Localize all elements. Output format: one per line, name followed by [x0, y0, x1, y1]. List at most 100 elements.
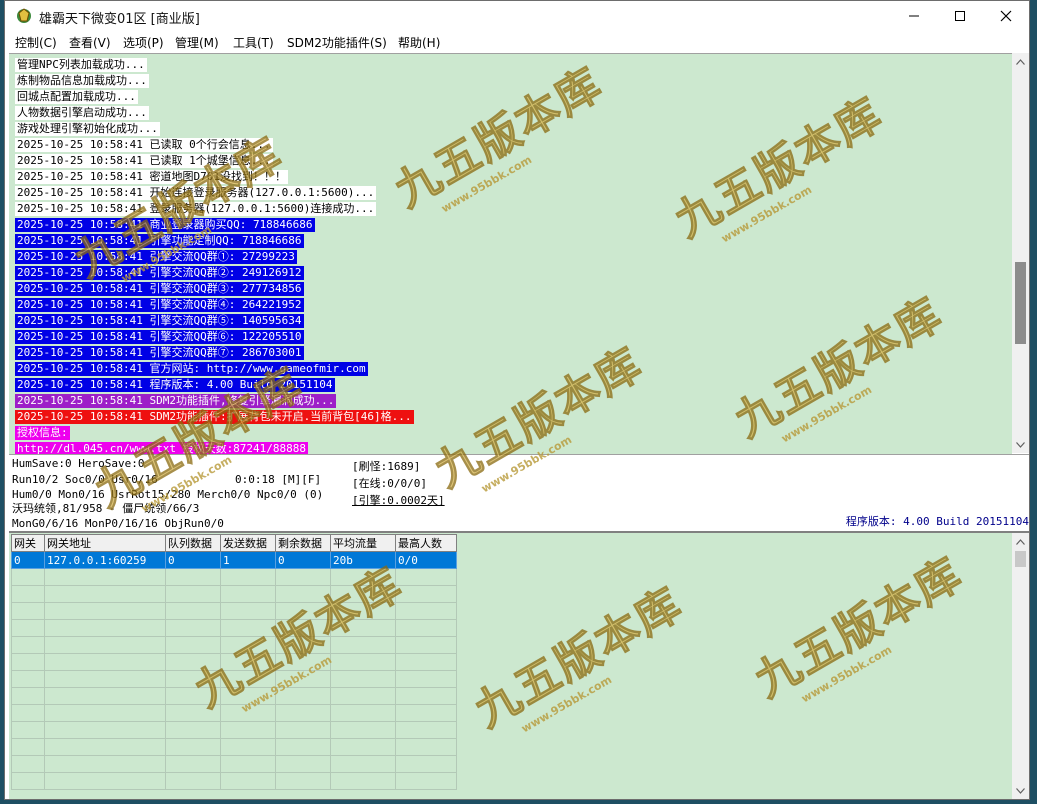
empty-cell — [165, 772, 221, 790]
empty-cell — [275, 585, 331, 603]
table-cell: 20b — [330, 551, 396, 569]
empty-cell — [395, 602, 457, 620]
status-engine[interactable]: [引擎:0.0002天] — [352, 494, 445, 508]
col-queue[interactable]: 队列数据 — [165, 534, 221, 552]
chevron-down-icon — [1016, 441, 1025, 448]
empty-cell — [220, 772, 276, 790]
title-bar[interactable]: 雄霸天下微变01区 [商业版] — [5, 1, 1029, 31]
col-sent[interactable]: 发送数据 — [220, 534, 276, 552]
log-line: 2025-10-25 10:58:41 已读取 1个城堡信息... — [15, 154, 273, 168]
empty-cell — [11, 636, 45, 654]
status-save: HumSave:0 HeroSave:0 — [12, 457, 145, 470]
log-line: 2025-10-25 10:58:41 商业登录器购买QQ: 718846686 — [15, 218, 315, 232]
empty-cell — [330, 721, 396, 739]
empty-cell — [220, 602, 276, 620]
empty-cell — [44, 704, 166, 722]
empty-row — [11, 704, 457, 722]
maximize-button[interactable] — [937, 1, 983, 31]
empty-cell — [220, 687, 276, 705]
table-row[interactable]: 0 127.0.0.1:60259 0 1 0 20b 0/0 — [11, 551, 457, 569]
empty-cell — [395, 585, 457, 603]
table-cell: 0 — [165, 551, 221, 569]
menu-tools[interactable]: 工具(T) — [233, 34, 274, 51]
empty-cell — [44, 738, 166, 756]
empty-row — [11, 602, 457, 620]
empty-row — [11, 670, 457, 688]
empty-cell — [395, 687, 457, 705]
empty-row — [11, 585, 457, 603]
log-line: 2025-10-25 10:58:41 登录服务器(127.0.0.1:5600… — [15, 202, 377, 216]
empty-cell — [11, 704, 45, 722]
empty-cell — [330, 636, 396, 654]
log-line: 2025-10-25 10:58:41 引擎交流QQ群⑤: 140595634 — [15, 314, 304, 328]
chevron-up-icon — [1016, 538, 1025, 545]
menu-manage[interactable]: 管理(M) — [175, 34, 219, 51]
empty-cell — [44, 636, 166, 654]
menu-view[interactable]: 查看(V) — [69, 34, 111, 51]
close-button[interactable] — [983, 1, 1029, 31]
empty-cell — [395, 704, 457, 722]
grid-scroll-thumb[interactable] — [1015, 551, 1026, 567]
empty-row — [11, 738, 457, 756]
col-address[interactable]: 网关地址 — [44, 534, 166, 552]
empty-cell — [11, 738, 45, 756]
scroll-down-arrow[interactable] — [1012, 436, 1029, 453]
col-avg-traffic[interactable]: 平均流量 — [330, 534, 396, 552]
menu-options[interactable]: 选项(P) — [123, 34, 164, 51]
status-hum: Hum0/0 Mon0/16 UsrRot15/280 Merch0/0 Npc… — [12, 488, 324, 501]
empty-cell — [220, 755, 276, 773]
grid-scroll-down-arrow[interactable] — [1012, 782, 1029, 799]
log-line: 炼制物品信息加载成功... — [15, 74, 149, 88]
log-line: 2025-10-25 10:58:41 已读取 0个行会信息... — [15, 138, 273, 152]
empty-cell — [275, 755, 331, 773]
empty-cell — [330, 687, 396, 705]
empty-row — [11, 755, 457, 773]
scroll-up-arrow[interactable] — [1012, 53, 1029, 70]
empty-cell — [11, 619, 45, 637]
empty-row — [11, 653, 457, 671]
empty-cell — [395, 755, 457, 773]
log-line: 2025-10-25 10:58:41 引擎功能定制QQ: 718846686 — [15, 234, 304, 248]
log-panel[interactable]: 管理NPC列表加载成功... 炼制物品信息加载成功... 回城点配置加载成功... 人… — [9, 53, 1012, 454]
log-scrollbar[interactable] — [1012, 53, 1029, 453]
empty-cell — [11, 585, 45, 603]
empty-cell — [275, 687, 331, 705]
table-cell: 127.0.0.1:60259 — [44, 551, 166, 569]
empty-cell — [395, 670, 457, 688]
menu-control[interactable]: 控制(C) — [15, 34, 57, 51]
grid-scroll-up-arrow[interactable] — [1012, 533, 1029, 550]
empty-cell — [11, 721, 45, 739]
col-remaining[interactable]: 剩余数据 — [275, 534, 331, 552]
menu-sdm2-plugin[interactable]: SDM2功能插件(S) — [287, 34, 387, 51]
gateway-grid[interactable]: 网关 网关地址 队列数据 发送数据 剩余数据 平均流量 最高人数 0 127.0.… — [9, 531, 1029, 799]
menu-help[interactable]: 帮助(H) — [398, 34, 440, 51]
log-line: 回城点配置加载成功... — [15, 90, 138, 104]
empty-cell — [44, 772, 166, 790]
col-max-users[interactable]: 最高人数 — [395, 534, 457, 552]
empty-cell — [275, 670, 331, 688]
empty-cell — [11, 602, 45, 620]
log-line: 2025-10-25 10:58:41 程序版本: 4.00 Build 201… — [15, 378, 335, 392]
window-title: 雄霸天下微变01区 [商业版] — [39, 12, 200, 27]
grid-scrollbar[interactable] — [1012, 533, 1029, 799]
col-gateway[interactable]: 网关 — [11, 534, 45, 552]
status-boss: 沃玛统领,81/958 - 僵尸统领/66/3 — [12, 502, 200, 515]
empty-cell — [330, 704, 396, 722]
log-line: 2025-10-25 10:58:41 SDM2功能插件:扩展背包未开启.当前背… — [15, 410, 414, 424]
empty-cell — [395, 721, 457, 739]
empty-cell — [11, 772, 45, 790]
log-line: 2025-10-25 10:58:41 引擎交流QQ群⑥: 122205510 — [15, 330, 304, 344]
log-line: 人物数据引擎启动成功... — [15, 106, 149, 120]
log-scroll-thumb[interactable] — [1015, 262, 1026, 344]
empty-cell — [165, 653, 221, 671]
empty-row — [11, 636, 457, 654]
empty-cell — [220, 738, 276, 756]
status-run: Run10/2 Soc0/0 Usr0/16 — [12, 473, 158, 486]
empty-cell — [220, 636, 276, 654]
empty-row — [11, 619, 457, 637]
empty-cell — [275, 602, 331, 620]
minimize-button[interactable] — [891, 1, 937, 31]
empty-cell — [220, 653, 276, 671]
gateway-table: 网关 网关地址 队列数据 发送数据 剩余数据 平均流量 最高人数 0 127.0.… — [11, 534, 457, 790]
log-line: 2025-10-25 10:58:41 引擎交流QQ群④: 264221952 — [15, 298, 304, 312]
